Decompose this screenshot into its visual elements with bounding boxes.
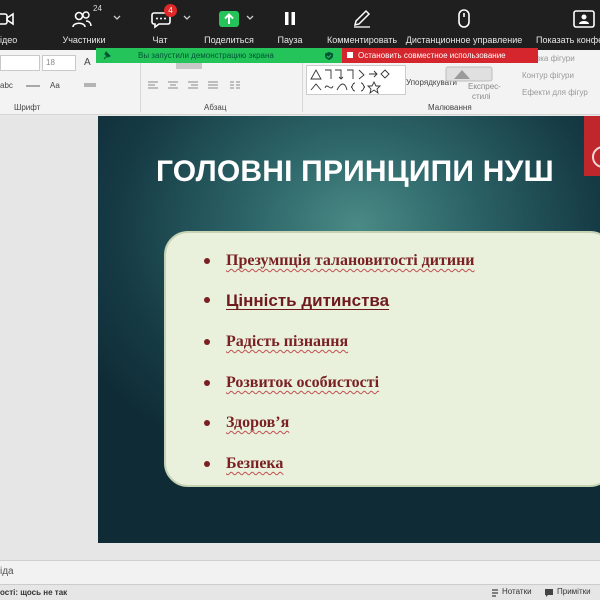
screen-share-banner: Вы запустили демонстрацию экрана — [96, 48, 342, 63]
paragraph-align-icons[interactable] — [148, 80, 268, 92]
remote-control-label: Дистанционное управление — [405, 35, 523, 45]
notes-pane[interactable]: іда — [0, 560, 600, 584]
bullet-text: Цінність дитинства — [226, 291, 390, 310]
pause-label: Пауза — [277, 35, 303, 45]
drawing-group-label: Малювання — [428, 103, 472, 112]
quick-styles-icon — [445, 66, 493, 82]
bullet-dot — [204, 420, 210, 426]
chat-button[interactable]: 4 Чат — [136, 0, 191, 50]
bullet-dot — [204, 297, 210, 303]
participants-count: 24 — [93, 4, 102, 13]
bullet-text: Безпека — [226, 455, 284, 472]
font-group-label: Шрифт — [14, 103, 41, 112]
shapes-gallery[interactable] — [306, 65, 406, 95]
video-button[interactable]: ідео — [0, 0, 32, 50]
bullet-list-box[interactable]: Презумпція талановитості дитини Цінність… — [164, 231, 600, 487]
bullet-text: Розвиток особистості — [226, 374, 380, 391]
font-name-field[interactable] — [0, 55, 40, 71]
bullet-dot — [204, 339, 210, 345]
chevron-down-icon[interactable] — [246, 14, 254, 22]
annotate-label: Комментировать — [326, 35, 398, 45]
character-spacing-icon[interactable] — [26, 85, 40, 87]
share-screen-button[interactable]: Поделиться — [200, 0, 258, 50]
notes-icon — [492, 589, 498, 597]
bullet-text: Здоров’я — [226, 414, 290, 431]
chat-label: Чат — [152, 35, 168, 45]
bullet-text: Радість пізнання — [226, 333, 349, 350]
font-color-icon[interactable] — [84, 83, 96, 87]
pencil-icon — [353, 9, 371, 28]
current-slide[interactable]: ГОЛОВНІ ПРИНЦИПИ НУШ Презумпція таланови… — [98, 116, 600, 543]
bullet-text: Презумпція талановитості дитини — [226, 252, 475, 269]
bullet-dot — [204, 258, 210, 264]
comment-icon — [545, 589, 553, 597]
participants-icon — [72, 11, 92, 28]
quick-styles-label-2[interactable]: стилі — [472, 92, 491, 101]
participants-button[interactable]: 24 Участники — [52, 0, 121, 50]
bullet-dot — [204, 461, 210, 467]
paragraph-group-label: Абзац — [204, 103, 227, 112]
chevron-down-icon[interactable] — [183, 14, 191, 22]
zoom-meeting-toolbar: ідео 24 Участники 4 Чат Поделиться Пауза… — [0, 0, 600, 50]
shape-outline-button[interactable]: Контур фігури — [522, 71, 574, 80]
pause-share-button[interactable]: Пауза — [272, 0, 308, 50]
comments-toggle-button[interactable]: Примітки — [557, 587, 591, 596]
bullet-dot — [204, 380, 210, 386]
video-camera-icon — [0, 12, 14, 26]
font-size-field[interactable]: 18 — [42, 55, 76, 71]
change-case-button[interactable]: Aa — [50, 81, 60, 90]
accessibility-status[interactable]: ості: щось не так — [0, 588, 67, 597]
increase-font-button[interactable]: A — [84, 57, 91, 68]
shape-effects-button[interactable]: Ефекти для фігур — [522, 88, 588, 97]
chevron-down-icon[interactable] — [113, 14, 121, 22]
slide-title[interactable]: ГОЛОВНІ ПРИНЦИПИ НУШ — [156, 155, 554, 189]
mouse-icon — [458, 9, 470, 28]
quick-styles-label[interactable]: Експрес- — [468, 82, 501, 91]
font-size-value: 18 — [46, 58, 55, 67]
shield-check-icon — [325, 52, 333, 60]
annotate-button[interactable]: Комментировать — [326, 0, 398, 50]
slide-editor-area: ГОЛОВНІ ПРИНЦИПИ НУШ Презумпція таланови… — [0, 116, 600, 560]
stop-square-icon — [347, 52, 353, 58]
notes-toggle-button[interactable]: Нотатки — [502, 587, 532, 596]
notes-placeholder: іда — [0, 566, 14, 577]
stop-share-label: Остановить совместное использование — [358, 51, 506, 60]
shape-fill-button[interactable]: вка фігури — [536, 54, 575, 63]
share-screen-icon — [219, 11, 239, 27]
chat-unread-badge: 4 — [164, 4, 177, 17]
strikethrough-abc-button[interactable]: abc — [0, 81, 13, 90]
show-conference-label: Показать конфе — [536, 35, 600, 45]
share-message: Вы запустили демонстрацию экрана — [138, 51, 274, 60]
participants-label: Участники — [62, 35, 106, 45]
pin-icon — [103, 51, 111, 60]
remote-control-button[interactable]: Дистанционное управление — [404, 0, 524, 50]
pause-icon — [285, 12, 295, 25]
status-bar: ості: щось не так Нотатки Примітки — [0, 584, 600, 600]
show-conference-button[interactable]: Показать конфе — [532, 0, 600, 50]
stop-share-button[interactable]: Остановить совместное использование — [342, 48, 538, 63]
share-label: Поделиться — [204, 35, 254, 45]
video-label: ідео — [0, 35, 18, 45]
shapes-icon — [310, 69, 390, 94]
presenter-icon — [573, 10, 595, 28]
